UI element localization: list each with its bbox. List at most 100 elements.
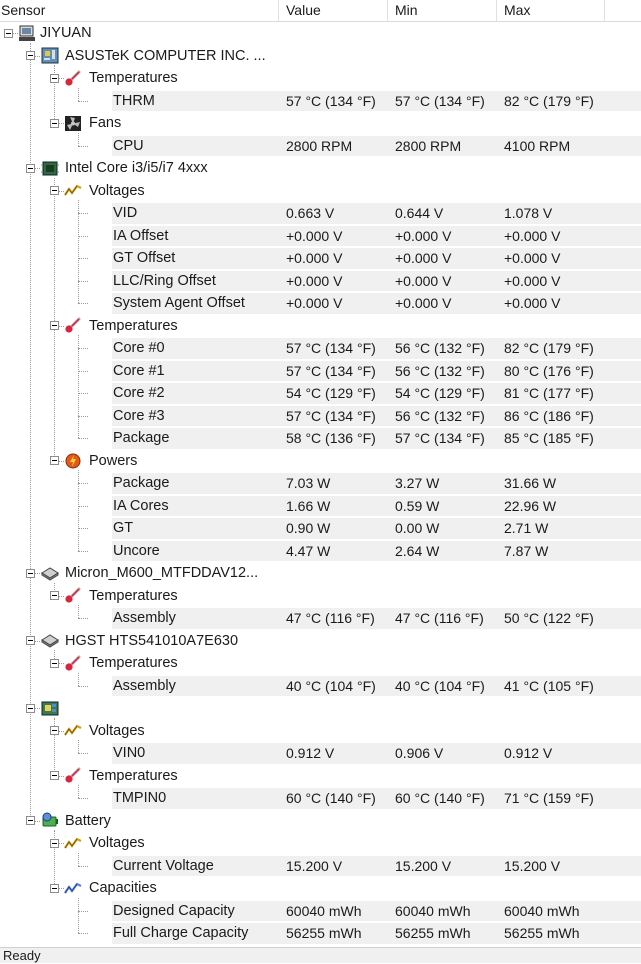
sensor-tree[interactable]: JIYUAN ASUSTeK COMPUTER INC. ... Temperatu… [0, 22, 641, 947]
group-row[interactable]: Temperatures [0, 67, 641, 90]
sensor-row[interactable]: Designed Capacity 60040 mWh 60040 mWh 60040… [0, 900, 641, 923]
collapse-toggle[interactable] [50, 658, 59, 668]
group-row[interactable]: Voltages [0, 832, 641, 855]
collapse-toggle[interactable] [4, 28, 13, 38]
tree-connector [35, 820, 40, 822]
collapse-toggle[interactable] [26, 568, 35, 578]
group-row[interactable]: Capacities [0, 877, 641, 900]
max-value: 41 °C (105 °F) [504, 677, 594, 694]
capacity-icon [64, 880, 82, 897]
row-shading [112, 248, 641, 269]
current-value: 57 °C (134 °F) [286, 340, 376, 356]
sensor-row[interactable]: Core #3 57 °C (134 °F) 56 °C (132 °F) 86 °C… [0, 405, 641, 428]
sensor-label: Temperatures [89, 317, 178, 334]
device-row[interactable]: Battery [0, 810, 641, 833]
max-value: 82 °C (179 °F) [504, 92, 594, 109]
collapse-toggle[interactable] [26, 636, 35, 646]
column-header-min[interactable]: Min [388, 0, 497, 21]
collapse-toggle[interactable] [50, 838, 59, 848]
current-value: 0.912 V [286, 745, 335, 761]
device-row[interactable]: Intel Core i3/i5/i7 4xxx [0, 157, 641, 180]
column-header-sensor[interactable]: Sensor [0, 0, 279, 21]
tree-connector [35, 55, 40, 57]
min-value: +0.000 V [395, 227, 452, 244]
sensor-label: GT Offset [113, 250, 176, 266]
sensor-row[interactable]: IA Offset +0.000 V +0.000 V +0.000 V [0, 225, 641, 248]
min-value: 47 °C (116 °F) [395, 610, 484, 626]
sensor-row[interactable]: Assembly 40 °C (104 °F) 40 °C (104 °F) 41 °… [0, 675, 641, 698]
max-value: 15.200 V [504, 857, 561, 874]
sensor-row[interactable]: System Agent Offset +0.000 V +0.000 V +0.00… [0, 292, 641, 315]
collapse-toggle[interactable] [26, 816, 35, 826]
collapse-toggle[interactable] [26, 163, 35, 173]
column-header-value[interactable]: Value [279, 0, 388, 21]
current-value: +0.000 V [286, 227, 343, 244]
current-value: 1.66 W [286, 497, 331, 514]
collapse-toggle[interactable] [26, 703, 35, 713]
sensor-row[interactable]: CPU 2800 RPM 2800 RPM 4100 RPM [0, 135, 641, 158]
sensor-row[interactable]: Core #1 57 °C (134 °F) 56 °C (132 °F) 80 °C… [0, 360, 641, 383]
sensor-label: HGST HTS541010A7E630 [65, 632, 239, 649]
collapse-toggle[interactable] [50, 591, 59, 601]
sensor-row[interactable]: Core #2 54 °C (129 °F) 54 °C (129 °F) 81 °C… [0, 382, 641, 405]
sensor-row[interactable]: Assembly 47 °C (116 °F) 47 °C (116 °F) 50 °… [0, 607, 641, 630]
group-row[interactable]: Temperatures [0, 765, 641, 788]
sensor-row[interactable]: IA Cores 1.66 W 0.59 W 22.96 W [0, 495, 641, 518]
collapse-toggle[interactable] [50, 321, 59, 331]
group-row[interactable]: Temperatures [0, 652, 641, 675]
collapse-toggle[interactable] [50, 456, 59, 466]
sensor-label: Temperatures [89, 70, 178, 86]
sensor-label: VIN0 [113, 745, 146, 761]
device-row[interactable]: Micron_M600_MTFDDAV12... [0, 562, 641, 585]
sensor-row[interactable]: TMPIN0 60 °C (140 °F) 60 °C (140 °F) 71 °C … [0, 787, 641, 810]
sensor-label: Fans [89, 115, 122, 131]
max-value: 0.912 V [504, 745, 553, 761]
tree-connector [78, 505, 88, 507]
group-row[interactable]: Fans [0, 112, 641, 135]
device-row[interactable] [0, 697, 641, 720]
sensor-row[interactable]: GT Offset +0.000 V +0.000 V +0.000 V [0, 247, 641, 270]
sensor-row[interactable]: Package 7.03 W 3.27 W 31.66 W [0, 472, 641, 495]
min-value: 56 °C (132 °F) [395, 362, 485, 379]
tree-connector [78, 235, 88, 237]
group-row[interactable]: Voltages [0, 720, 641, 743]
sensor-row[interactable]: THRM 57 °C (134 °F) 57 °C (134 °F) 82 °C (1… [0, 90, 641, 113]
collapse-toggle[interactable] [50, 73, 59, 83]
sensor-row[interactable]: LLC/Ring Offset +0.000 V +0.000 V +0.000 V [0, 270, 641, 293]
sensor-row[interactable]: Full Charge Capacity 56255 mWh 56255 mWh 56… [0, 922, 641, 945]
column-header-max[interactable]: Max [497, 0, 605, 21]
group-row[interactable]: Voltages [0, 180, 641, 203]
collapse-toggle[interactable] [50, 118, 59, 128]
min-value: 56 °C (132 °F) [395, 340, 485, 356]
sensor-label: JIYUAN [40, 25, 92, 41]
current-value: 40 °C (104 °F) [286, 677, 376, 694]
collapse-toggle[interactable] [50, 726, 59, 736]
max-value: 80 °C (176 °F) [504, 362, 594, 379]
min-value: 0.644 V [395, 205, 444, 221]
computer-icon [18, 25, 36, 42]
sensor-row[interactable]: VID 0.663 V 0.644 V 1.078 V [0, 202, 641, 225]
sensor-label: Temperatures [89, 587, 178, 604]
sensor-row[interactable]: Current Voltage 15.200 V 15.200 V 15.200 V [0, 855, 641, 878]
collapse-toggle[interactable] [50, 186, 59, 196]
sensor-row[interactable]: Core #0 57 °C (134 °F) 56 °C (132 °F) 82 °C… [0, 337, 641, 360]
collapse-toggle[interactable] [50, 883, 59, 893]
tree-connector [78, 370, 88, 372]
current-value: +0.000 V [286, 295, 343, 311]
status-bar: Ready [0, 947, 641, 963]
root-row[interactable]: JIYUAN [0, 22, 641, 45]
sensor-row[interactable]: GT 0.90 W 0.00 W 2.71 W [0, 517, 641, 540]
device-row[interactable]: ASUSTeK COMPUTER INC. ... [0, 45, 641, 68]
sensor-label: LLC/Ring Offset [113, 272, 216, 289]
group-row[interactable]: Temperatures [0, 585, 641, 608]
device-row[interactable]: HGST HTS541010A7E630 [0, 630, 641, 653]
sensor-row[interactable]: VIN0 0.912 V 0.906 V 0.912 V [0, 742, 641, 765]
group-row[interactable]: Powers [0, 450, 641, 473]
current-value: 15.200 V [286, 857, 343, 874]
voltage-icon [64, 835, 82, 852]
sensor-row[interactable]: Package 58 °C (136 °F) 57 °C (134 °F) 85 °C… [0, 427, 641, 450]
sensor-row[interactable]: Uncore 4.47 W 2.64 W 7.87 W [0, 540, 641, 563]
collapse-toggle[interactable] [50, 771, 59, 781]
collapse-toggle[interactable] [26, 51, 35, 61]
group-row[interactable]: Temperatures [0, 315, 641, 338]
